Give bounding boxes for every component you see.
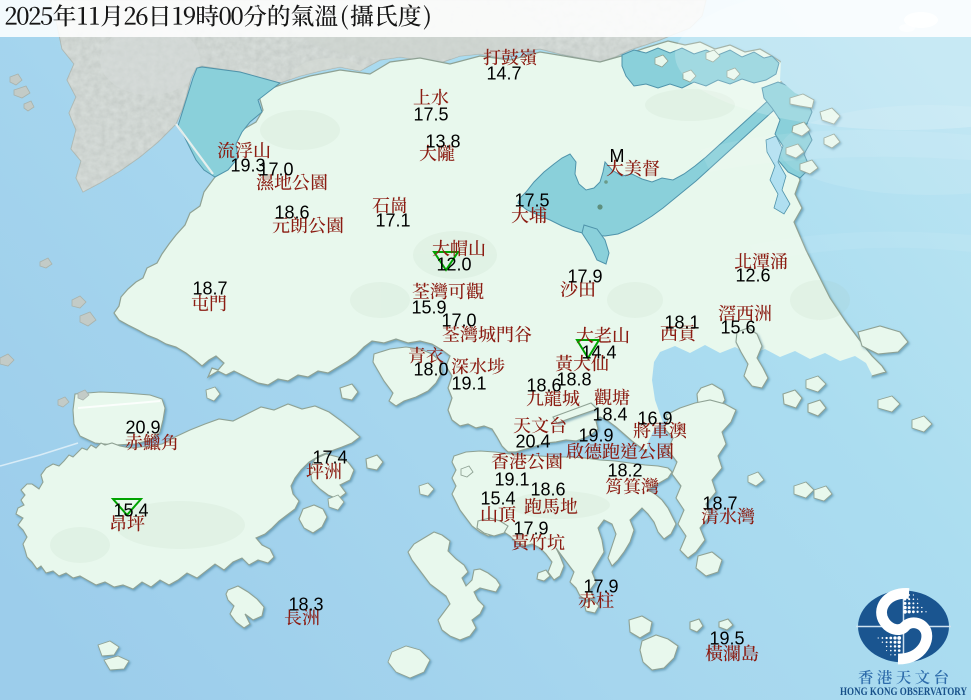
svg-text:12.6: 12.6: [735, 266, 770, 286]
svg-text:20.9: 20.9: [125, 418, 160, 438]
svg-text:19.5: 19.5: [709, 629, 744, 649]
svg-text:18.6: 18.6: [530, 480, 565, 500]
svg-text:12.0: 12.0: [436, 255, 471, 275]
svg-text:17.5: 17.5: [514, 191, 549, 211]
svg-text:18.3: 18.3: [288, 595, 323, 615]
svg-text:18.6: 18.6: [274, 203, 309, 223]
svg-text:18.2: 18.2: [607, 461, 642, 481]
svg-text:13.8: 13.8: [425, 132, 460, 152]
svg-text:17.5: 17.5: [413, 105, 448, 125]
svg-text:HONG KONG OBSERVATORY: HONG KONG OBSERVATORY: [840, 684, 967, 698]
svg-text:16.9: 16.9: [637, 409, 672, 429]
svg-text:18.6: 18.6: [526, 376, 561, 396]
svg-text:18.7: 18.7: [702, 494, 737, 514]
svg-text:20.4: 20.4: [515, 432, 550, 452]
svg-text:17.9: 17.9: [513, 519, 548, 539]
svg-text:17.9: 17.9: [567, 267, 602, 287]
svg-text:17.0: 17.0: [441, 311, 476, 331]
svg-text:17.1: 17.1: [375, 211, 410, 231]
svg-text:15.4: 15.4: [113, 501, 148, 521]
svg-text:17.0: 17.0: [258, 160, 293, 180]
svg-text:18.4: 18.4: [592, 405, 627, 425]
svg-text:18.7: 18.7: [192, 279, 227, 299]
svg-text:14.7: 14.7: [486, 64, 521, 84]
svg-text:19.1: 19.1: [451, 374, 486, 394]
svg-text:19.9: 19.9: [578, 426, 613, 446]
svg-text:15.6: 15.6: [720, 318, 755, 338]
svg-text:18.0: 18.0: [413, 360, 448, 380]
svg-text:15.4: 15.4: [480, 489, 515, 509]
svg-text:19.1: 19.1: [494, 470, 529, 490]
svg-text:M: M: [610, 146, 625, 166]
svg-text:17.9: 17.9: [583, 577, 618, 597]
svg-text:18.1: 18.1: [664, 313, 699, 333]
svg-text:17.4: 17.4: [312, 448, 347, 468]
svg-text:14.4: 14.4: [581, 343, 616, 363]
svg-text:18.8: 18.8: [556, 370, 591, 390]
